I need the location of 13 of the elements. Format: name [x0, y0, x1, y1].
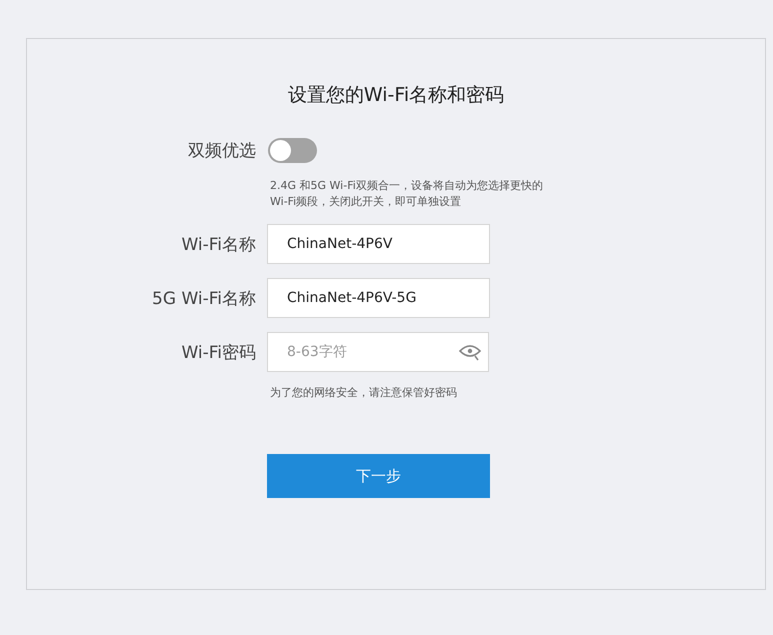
hint-text: 为了您的网络安全，请注意保管好密码 [270, 385, 458, 401]
eye-icon[interactable] [458, 343, 482, 361]
text-field[interactable]: ChinaNet-4P6V-5G [267, 278, 490, 318]
hint-text: 2.4G 和5G Wi-Fi双频合一，设备将自动为您选择更快的 Wi-Fi频段，关闭此开关，即可单独设置 [270, 178, 544, 210]
password-field[interactable]: 8-63字符 [267, 332, 489, 372]
text-field[interactable]: ChinaNet-4P6V [267, 224, 490, 264]
toggle-switch[interactable] [268, 138, 317, 163]
field-label: 双频优选 [187, 140, 256, 162]
next-button[interactable]: 下一步 [267, 454, 490, 498]
page-title: 设置您的Wi-Fi名称和密码 [286, 83, 506, 108]
field-label: Wi-Fi密码 [180, 342, 256, 364]
field-label: 5G Wi-Fi名称 [151, 288, 256, 310]
field-label: Wi-Fi名称 [180, 234, 256, 256]
